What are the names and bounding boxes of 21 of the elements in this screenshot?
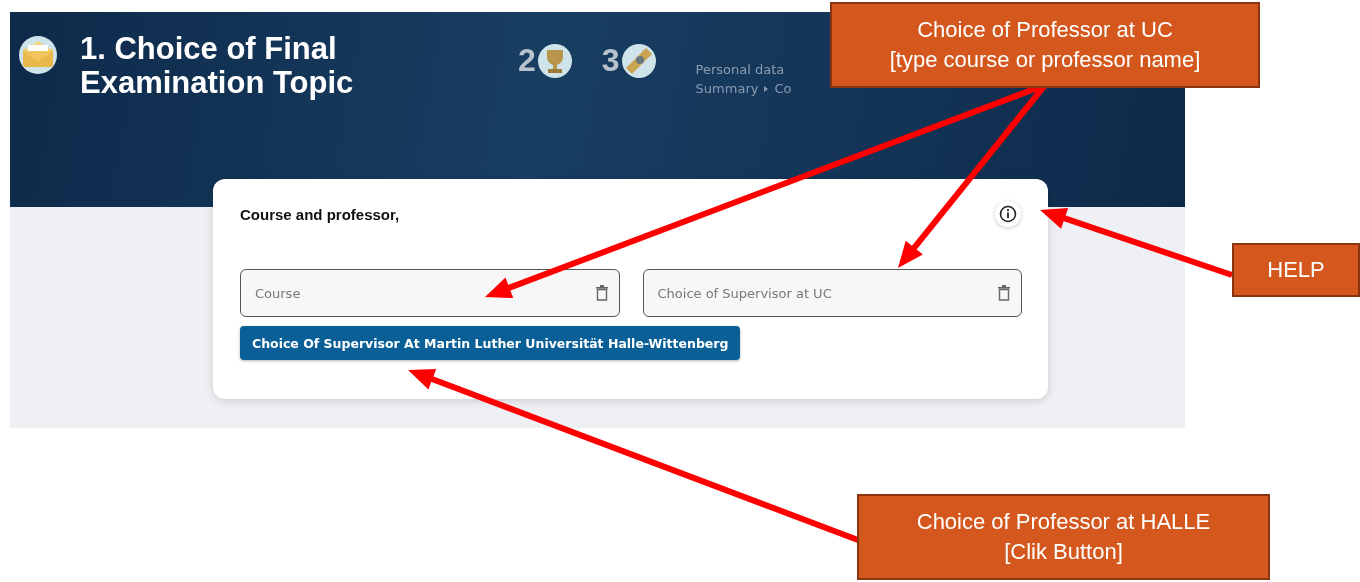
step-number: 2 (518, 42, 536, 79)
info-icon[interactable] (995, 201, 1021, 227)
input-field[interactable]: Choice of Supervisor at UC (642, 269, 1022, 317)
callout-box: Choice of Professor at HALLE [Clik Button] (857, 494, 1270, 580)
supervisor-button[interactable]: Choice Of Supervisor At Martin Luther Universität Halle-Wittenberg (240, 326, 741, 360)
chevron-icon (764, 85, 769, 92)
trophy-icon (537, 43, 572, 78)
breadcrumb-item[interactable]: Personal data (695, 62, 785, 77)
page-title: Examination Topic (80, 66, 354, 100)
input-field[interactable]: Course (240, 269, 620, 317)
trash-icon[interactable] (595, 285, 608, 301)
card-title: Course and professor, (240, 205, 400, 223)
diploma-icon (621, 43, 656, 78)
callout-box: Choice of Professor at UC [type course or professor name] (830, 2, 1260, 88)
breadcrumb-item[interactable]: Co (774, 81, 792, 96)
step-number: 3 (601, 42, 620, 79)
callout-box: HELP (1232, 243, 1360, 297)
trash-icon[interactable] (998, 285, 1010, 301)
page-title: 1. Choice of Final (80, 32, 338, 66)
breadcrumb-item[interactable]: Summary (695, 81, 759, 96)
envelope-icon (18, 35, 58, 75)
